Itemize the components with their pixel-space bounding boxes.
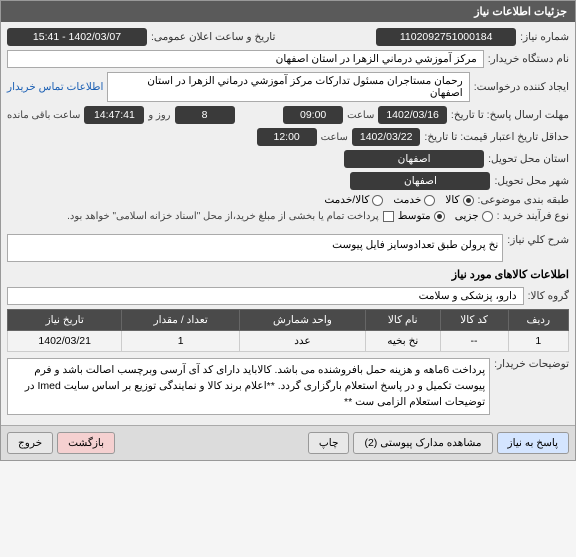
th-qty: تعداد / مقدار	[122, 310, 240, 331]
desc-value: نخ پرولن طبق تعدادوسایز فایل پیوست	[7, 234, 503, 262]
radio-goods-service-label: کالا/خدمت	[324, 194, 369, 206]
back-button[interactable]: بازگشت	[57, 432, 115, 454]
time-label-2: ساعت	[321, 132, 348, 143]
radio-goods[interactable]: کالا	[445, 194, 473, 206]
th-code: کد کالا	[440, 310, 508, 331]
td-date: 1402/03/21	[8, 331, 122, 352]
credit-time: 12:00	[257, 128, 317, 146]
goods-group-label: گروه کالا:	[528, 290, 569, 302]
credit-date: 1402/03/22	[352, 128, 421, 146]
requester-value: رحمان مستاجران مسئول تدارکات مرکز آموزشي…	[107, 72, 469, 102]
city-label: شهر محل تحویل:	[494, 175, 569, 187]
td-unit: عدد	[239, 331, 365, 352]
desc-label: شرح کلي نیاز:	[507, 234, 569, 246]
print-button[interactable]: چاپ	[308, 432, 350, 454]
td-row: 1	[508, 331, 568, 352]
announce-value: 1402/03/07 - 15:41	[7, 28, 147, 46]
radio-medium-label: متوسط	[398, 210, 431, 222]
province-label: استان محل تحویل:	[488, 153, 569, 165]
goods-group-value: دارو، پزشکی و سلامت	[7, 287, 524, 305]
time-label-1: ساعت	[347, 110, 374, 121]
buyer-value: مرکز آموزشي درماني الزهرا در استان اصفها…	[7, 50, 484, 68]
category-label: طبقه بندی موضوعی:	[478, 194, 569, 206]
radio-service-label: خدمت	[393, 194, 421, 206]
radio-icon	[482, 211, 493, 222]
requester-label: ایجاد کننده درخواست:	[474, 81, 569, 93]
radio-partial-label: جزیی	[455, 210, 479, 222]
category-radio-group: کالا خدمت کالا/خدمت	[324, 194, 473, 206]
exit-button[interactable]: خروج	[7, 432, 53, 454]
radio-goods-service[interactable]: کالا/خدمت	[324, 194, 383, 206]
buyer-label: نام دستگاه خریدار:	[488, 53, 569, 65]
payment-note: پرداخت تمام یا بخشی از مبلغ خرید،از محل …	[67, 211, 379, 222]
td-qty: 1	[122, 331, 240, 352]
th-date: تاریخ نیاز	[8, 310, 122, 331]
goods-section-title: اطلاعات کالاهای مورد نیاز	[7, 268, 569, 281]
table-row[interactable]: 1 -- نخ بخیه عدد 1 1402/03/21	[8, 331, 569, 352]
contact-link[interactable]: اطلاعات تماس خریدار	[7, 81, 103, 93]
radio-icon	[372, 195, 383, 206]
remain-label: ساعت باقی مانده	[7, 110, 80, 121]
radio-partial[interactable]: جزیی	[455, 210, 493, 222]
buyer-notes-label: توضیحات خریدار:	[494, 358, 569, 370]
buy-type-radio-group: جزیی متوسط	[398, 210, 493, 222]
remain-time: 14:47:41	[84, 106, 144, 124]
reply-button[interactable]: پاسخ به نیاز	[497, 432, 569, 454]
days-label: روز و	[148, 110, 170, 121]
credit-label: حداقل تاریخ اعتبار قیمت: تا تاریخ:	[424, 131, 569, 143]
attachments-button[interactable]: مشاهده مدارک پیوستی (2)	[353, 432, 492, 454]
need-number-label: شماره نیاز:	[520, 31, 569, 43]
radio-icon	[463, 195, 474, 206]
td-code: --	[440, 331, 508, 352]
province-value: اصفهان	[344, 150, 484, 168]
radio-icon	[424, 195, 435, 206]
th-name: نام کالا	[365, 310, 440, 331]
deadline-time: 09:00	[283, 106, 343, 124]
footer-bar: پاسخ به نیاز مشاهده مدارک پیوستی (2) چاپ…	[1, 425, 575, 460]
th-row: ردیف	[508, 310, 568, 331]
deadline-label: مهلت ارسال پاسخ: تا تاریخ:	[451, 109, 569, 121]
td-name: نخ بخیه	[365, 331, 440, 352]
need-number-value: 1102092751000184	[376, 28, 516, 46]
payment-checkbox[interactable]	[383, 211, 394, 222]
buy-type-label: نوع فرآیند خرید :	[497, 210, 569, 222]
buyer-notes-value: پرداخت 6ماهه و هزینه حمل بافروشنده می با…	[7, 358, 490, 415]
th-unit: واحد شمارش	[239, 310, 365, 331]
panel-header: جزئیات اطلاعات نیاز	[1, 1, 575, 22]
radio-service[interactable]: خدمت	[393, 194, 435, 206]
city-value: اصفهان	[350, 172, 490, 190]
deadline-date: 1402/03/16	[378, 106, 447, 124]
days-count: 8	[175, 106, 235, 124]
radio-medium[interactable]: متوسط	[398, 210, 445, 222]
radio-icon	[434, 211, 445, 222]
goods-table: ردیف کد کالا نام کالا واحد شمارش تعداد /…	[7, 309, 569, 352]
announce-label: تاریخ و ساعت اعلان عمومی:	[151, 31, 275, 43]
radio-goods-label: کالا	[445, 194, 459, 206]
